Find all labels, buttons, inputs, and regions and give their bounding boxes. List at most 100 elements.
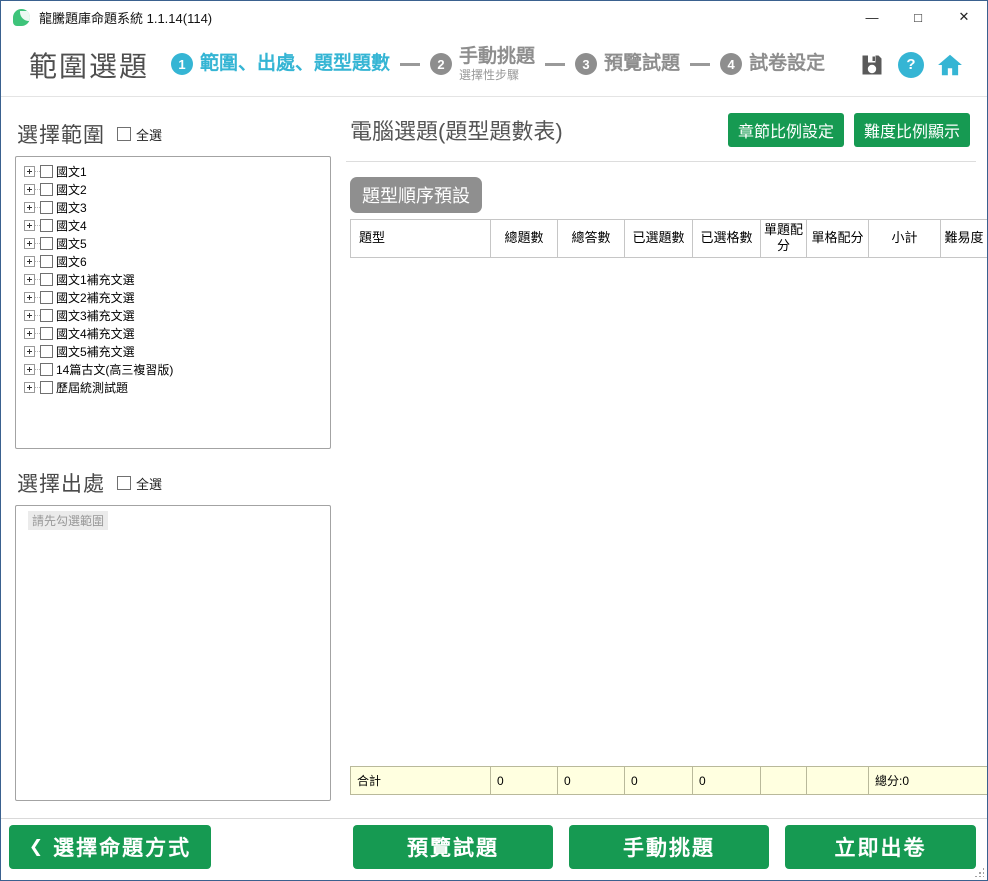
tree-item[interactable]: 國文1補充文選: [18, 270, 328, 288]
step-separator: [400, 63, 420, 66]
tree-item-label: 國文1: [56, 163, 87, 180]
step-2-manual-pick[interactable]: 2 手動挑題 選擇性步驟: [430, 47, 535, 82]
app-logo-icon: [13, 9, 30, 26]
tree-item-checkbox[interactable]: [40, 273, 53, 286]
window-title: 龍騰題庫命題系統 1.1.14(114): [39, 8, 212, 27]
tree-item[interactable]: 國文2: [18, 180, 328, 198]
help-icon[interactable]: ?: [898, 52, 924, 78]
preview-questions-button[interactable]: 預覽試題: [353, 825, 553, 869]
tree-item-label: 國文4: [56, 217, 87, 234]
tree-item[interactable]: 國文1: [18, 162, 328, 180]
tree-item-checkbox[interactable]: [40, 291, 53, 304]
tree-item[interactable]: 歷屆統測試題: [18, 378, 328, 396]
tree-item[interactable]: 國文5補充文選: [18, 342, 328, 360]
footer-selected-cells: 0: [693, 767, 761, 795]
tree-item-checkbox[interactable]: [40, 201, 53, 214]
page-title: 範圍選題: [29, 45, 149, 85]
tree-item[interactable]: 國文2補充文選: [18, 288, 328, 306]
scope-select-all[interactable]: 全選: [117, 125, 162, 144]
expand-plus-icon[interactable]: [24, 166, 35, 177]
chapter-ratio-button[interactable]: 章節比例設定: [728, 113, 844, 147]
tree-item[interactable]: 國文3補充文選: [18, 306, 328, 324]
maximize-icon[interactable]: □: [895, 1, 941, 33]
source-select-all-checkbox[interactable]: [117, 476, 131, 490]
source-list-panel[interactable]: 請先勾選範圍: [15, 505, 331, 801]
step-1-range[interactable]: 1 範圍、出處、題型題數: [171, 53, 390, 75]
tree-item-checkbox[interactable]: [40, 255, 53, 268]
tree-item[interactable]: 國文4補充文選: [18, 324, 328, 342]
expand-plus-icon[interactable]: [24, 274, 35, 285]
header: 範圍選題 1 範圍、出處、題型題數 2 手動挑題 選擇性步驟 3 預覽試題: [1, 33, 987, 97]
question-type-table-header: 題型總題數總答數已選題數已選格數單題配分單格配分小計難易度: [350, 219, 988, 258]
source-placeholder: 請先勾選範圍: [28, 511, 108, 530]
step-1-label: 範圍、出處、題型題數: [200, 54, 390, 75]
step-3-preview[interactable]: 3 預覽試題: [575, 53, 680, 75]
tree-item-checkbox[interactable]: [40, 345, 53, 358]
expand-plus-icon[interactable]: [24, 310, 35, 321]
step-3-number: 3: [575, 53, 597, 75]
tree-item-checkbox[interactable]: [40, 381, 53, 394]
source-select-all[interactable]: 全選: [117, 474, 162, 493]
tree-item-label: 國文2: [56, 181, 87, 198]
close-icon[interactable]: ✕: [941, 1, 987, 33]
tree-item-checkbox[interactable]: [40, 237, 53, 250]
step-1-number: 1: [171, 53, 193, 75]
back-to-mode-button[interactable]: ❮ 選擇命題方式: [9, 825, 211, 869]
expand-plus-icon[interactable]: [24, 184, 35, 195]
tree-item-label: 國文5補充文選: [56, 343, 135, 360]
tree-item[interactable]: 14篇古文(高三複習版): [18, 360, 328, 378]
titlebar: 龍騰題庫命題系統 1.1.14(114) — □ ✕: [1, 1, 987, 33]
tree-item-label: 國文5: [56, 235, 87, 252]
step-2-label: 手動挑題: [459, 47, 535, 68]
step-4-paper-settings[interactable]: 4 試卷設定: [720, 53, 825, 75]
tree-item-checkbox[interactable]: [40, 219, 53, 232]
step-2-sublabel: 選擇性步驟: [459, 69, 535, 82]
tree-item-checkbox[interactable]: [40, 327, 53, 340]
resize-grip[interactable]: [974, 867, 984, 877]
step-separator: [545, 63, 565, 66]
back-button-label: 選擇命題方式: [53, 832, 191, 862]
tree-item-label: 國文1補充文選: [56, 271, 135, 288]
tree-item-checkbox[interactable]: [40, 183, 53, 196]
step-3-label: 預覽試題: [604, 54, 680, 75]
expand-plus-icon[interactable]: [24, 220, 35, 231]
generate-paper-button[interactable]: 立即出卷: [785, 825, 976, 869]
tree-item[interactable]: 國文4: [18, 216, 328, 234]
table-column-header: 總答數: [558, 220, 625, 258]
expand-plus-icon[interactable]: [24, 382, 35, 393]
scope-title: 選擇範圍: [17, 119, 105, 149]
expand-plus-icon[interactable]: [24, 238, 35, 249]
expand-plus-icon[interactable]: [24, 346, 35, 357]
tree-item[interactable]: 國文6: [18, 252, 328, 270]
type-order-preset-button[interactable]: 題型順序預設: [350, 177, 482, 213]
table-column-header: 題型: [351, 220, 491, 258]
tree-item[interactable]: 國文5: [18, 234, 328, 252]
tree-item-checkbox[interactable]: [40, 165, 53, 178]
scope-select-all-checkbox[interactable]: [117, 127, 131, 141]
expand-plus-icon[interactable]: [24, 202, 35, 213]
difficulty-ratio-button[interactable]: 難度比例顯示: [854, 113, 970, 147]
tree-item-label: 14篇古文(高三複習版): [56, 361, 173, 378]
expand-plus-icon[interactable]: [24, 364, 35, 375]
tree-item-label: 歷屆統測試題: [56, 379, 128, 396]
app-window: 龍騰題庫命題系統 1.1.14(114) — □ ✕ 範圍選題 1 範圍、出處、…: [0, 0, 988, 881]
scope-tree-panel[interactable]: 國文1 國文2 國文3 國文4 國文5: [15, 156, 331, 449]
tree-item[interactable]: 國文3: [18, 198, 328, 216]
tree-item-checkbox[interactable]: [40, 309, 53, 322]
back-chevron-icon: ❮: [29, 837, 45, 857]
table-column-header: 難易度: [941, 220, 988, 258]
footer-total-questions: 0: [491, 767, 558, 795]
expand-plus-icon[interactable]: [24, 256, 35, 267]
tree-item-checkbox[interactable]: [40, 363, 53, 376]
step-2-number: 2: [430, 53, 452, 75]
tree-item-label: 國文2補充文選: [56, 289, 135, 306]
computer-selection-heading: 電腦選題(題型題數表): [350, 114, 563, 146]
save-icon[interactable]: [859, 52, 885, 78]
footer-per-question-score: [761, 767, 807, 795]
minimize-icon[interactable]: —: [849, 1, 895, 33]
expand-plus-icon[interactable]: [24, 328, 35, 339]
manual-pick-button[interactable]: 手動挑題: [569, 825, 769, 869]
home-icon[interactable]: [937, 52, 963, 78]
heading-divider: [346, 161, 976, 162]
expand-plus-icon[interactable]: [24, 292, 35, 303]
